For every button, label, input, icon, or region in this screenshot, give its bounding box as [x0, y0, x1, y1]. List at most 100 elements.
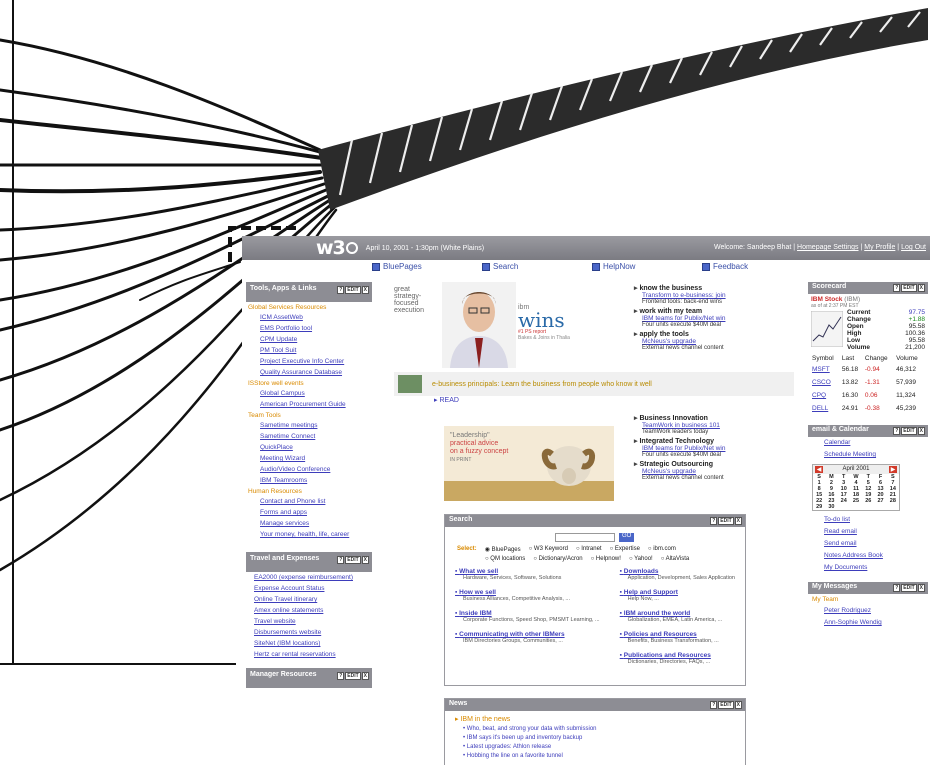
help-icon[interactable]: ?: [337, 556, 345, 564]
list-item[interactable]: ▪ Help and Support Help Now, ...: [620, 589, 735, 602]
link-sitenet[interactable]: SiteNet (IBM locations): [254, 638, 372, 649]
scope-option[interactable]: ○ Dictionary/Acron: [533, 556, 582, 562]
team-member[interactable]: Peter Rodriguez: [824, 605, 928, 617]
link-cpm-update[interactable]: CPM Update: [260, 334, 372, 345]
link-pm-tool-suit[interactable]: PM Tool Suit: [260, 345, 372, 356]
nav-search[interactable]: Search: [482, 262, 518, 271]
my-profile-link[interactable]: My Profile: [864, 244, 895, 251]
list-item[interactable]: ▪ What we sell Hardware, Services, Softwa…: [455, 568, 600, 581]
nav-bluepages[interactable]: BluePages: [372, 262, 422, 271]
help-icon[interactable]: ?: [337, 672, 345, 680]
link-sametime-connect[interactable]: Sametime Connect: [260, 431, 372, 442]
logout-link[interactable]: Log Out: [901, 244, 926, 251]
section-isstore[interactable]: ISStore well events: [248, 380, 372, 387]
news-link[interactable]: • Hobbing the line on a favorite tunnel: [463, 752, 745, 761]
close-icon[interactable]: X: [734, 517, 742, 525]
list-item[interactable]: ▪ Inside IBM Corporate Functions, Speed S…: [455, 610, 600, 623]
link-av-conference[interactable]: Audio/Video Conference: [260, 464, 372, 475]
schedule-meeting-link[interactable]: Schedule Meeting: [824, 449, 928, 461]
link-forms-apps[interactable]: Forms and apps: [260, 507, 372, 518]
edit-icon[interactable]: EDIT: [345, 672, 361, 680]
edit-icon[interactable]: EDIT: [901, 284, 917, 292]
prev-month-icon[interactable]: ◀: [815, 466, 823, 473]
know-business-link[interactable]: Transform to e-business: join: [642, 292, 794, 299]
section-team-tools[interactable]: Team Tools: [248, 412, 372, 419]
help-icon[interactable]: ?: [893, 284, 901, 292]
close-icon[interactable]: X: [361, 556, 369, 564]
link-hertz[interactable]: Hertz car rental reservations: [254, 649, 372, 660]
send-email-link[interactable]: Send email: [824, 538, 928, 550]
edit-icon[interactable]: EDIT: [718, 517, 734, 525]
list-item[interactable]: ▪ Publications and Resources Dictionaries…: [620, 652, 735, 665]
link-ea2000[interactable]: EA2000 (expense reimbursement): [254, 572, 372, 583]
scope-option[interactable]: ○ Intranet: [576, 546, 602, 553]
close-icon[interactable]: X: [917, 584, 925, 592]
close-icon[interactable]: X: [917, 284, 925, 292]
calendar-day[interactable]: 28: [887, 498, 899, 504]
link-quickplace[interactable]: QuickPlace: [260, 442, 372, 453]
link-ibm-teamrooms[interactable]: IBM Teamrooms: [260, 475, 372, 486]
scope-option[interactable]: ○ Yahoo!: [629, 556, 653, 562]
link-global-campus[interactable]: Global Campus: [260, 388, 372, 399]
link-icm-assetweb[interactable]: ICM AssetWeb: [260, 312, 372, 323]
calendar-day[interactable]: 24: [838, 498, 850, 504]
link-travel-itinerary[interactable]: Online Travel itinerary: [254, 594, 372, 605]
link-manage-services[interactable]: Manage services: [260, 518, 372, 529]
my-documents-link[interactable]: My Documents: [824, 562, 928, 574]
close-icon[interactable]: X: [734, 701, 742, 709]
edit-icon[interactable]: EDIT: [901, 427, 917, 435]
edit-icon[interactable]: EDIT: [901, 584, 917, 592]
symbol-link[interactable]: MSFT: [812, 364, 840, 375]
business-innovation-link[interactable]: TeamWork in business 101: [642, 422, 794, 429]
link-expense-status[interactable]: Expense Account Status: [254, 583, 372, 594]
w3-logo[interactable]: w3: [316, 237, 358, 259]
close-icon[interactable]: X: [361, 672, 369, 680]
edit-icon[interactable]: EDIT: [718, 701, 734, 709]
read-link[interactable]: ▸ READ: [434, 396, 459, 404]
calendar-link[interactable]: Calendar: [824, 437, 928, 449]
link-disbursements[interactable]: Disbursements website: [254, 627, 372, 638]
apply-tools-link[interactable]: McNeus's upgrade: [642, 338, 794, 345]
news-link[interactable]: • Who, beat, and strong your data with s…: [463, 725, 745, 734]
calendar-day[interactable]: 29: [813, 504, 825, 510]
edit-icon[interactable]: EDIT: [345, 556, 361, 564]
section-global-services[interactable]: Global Services Resources: [248, 304, 372, 311]
symbol-link[interactable]: CPQ: [812, 390, 840, 401]
scope-option[interactable]: ○ QM locations: [485, 556, 525, 562]
leadership-promo[interactable]: "Leadership" practical advice on a fuzzy…: [450, 432, 508, 464]
calendar-day[interactable]: 27: [874, 498, 886, 504]
calendar-day[interactable]: 30: [825, 504, 837, 510]
next-month-icon[interactable]: ▶: [889, 466, 897, 473]
list-item[interactable]: ▪ Policies and Resources Benefits, Busine…: [620, 631, 735, 644]
link-money-health[interactable]: Your money, health, life, career: [260, 529, 372, 540]
nav-helpnow[interactable]: HelpNow: [592, 262, 635, 271]
search-input[interactable]: [555, 533, 615, 542]
help-icon[interactable]: ?: [710, 517, 718, 525]
scope-option[interactable]: ○ Expertise: [610, 546, 640, 553]
link-travel-website[interactable]: Travel website: [254, 616, 372, 627]
calendar-day[interactable]: 26: [862, 498, 874, 504]
help-icon[interactable]: ?: [893, 427, 901, 435]
news-link[interactable]: • IBM says it's been up and inventory ba…: [463, 734, 745, 743]
symbol-link[interactable]: DELL: [812, 403, 840, 414]
address-book-link[interactable]: Notes Address Book: [824, 550, 928, 562]
list-item[interactable]: ▪ How we sell Business Alliances, Competi…: [455, 589, 600, 602]
news-link[interactable]: • Latest upgrades: Athlon release: [463, 743, 745, 752]
team-member[interactable]: Ann-Sophie Wendig: [824, 617, 928, 629]
calendar-day[interactable]: 25: [850, 498, 862, 504]
section-human-resources[interactable]: Human Resources: [248, 488, 372, 495]
link-project-exec[interactable]: Project Executive Info Center: [260, 356, 372, 367]
link-amex-statements[interactable]: Amex online statements: [254, 605, 372, 616]
scope-option[interactable]: ○ AltaVista: [661, 556, 690, 562]
help-icon[interactable]: ?: [710, 701, 718, 709]
link-procurement-guide[interactable]: American Procurement Guide: [260, 399, 372, 410]
scope-option[interactable]: ◉ BluePages: [485, 546, 521, 553]
link-meeting-wizard[interactable]: Meeting Wizard: [260, 453, 372, 464]
close-icon[interactable]: X: [361, 286, 369, 294]
link-ems-portfolio[interactable]: EMS Portfolio tool: [260, 323, 372, 334]
scope-option[interactable]: ○ Helpnow!: [591, 556, 621, 562]
todo-link[interactable]: To-do list: [824, 514, 928, 526]
list-item[interactable]: ▪ IBM around the world Globalization, EME…: [620, 610, 735, 623]
principals-banner[interactable]: e-business principals: Learn the busines…: [394, 372, 794, 396]
homepage-settings-link[interactable]: Homepage Settings: [797, 244, 858, 251]
